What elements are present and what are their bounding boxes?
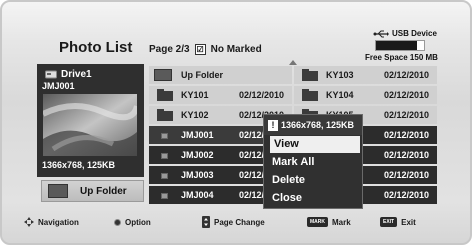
folder-row[interactable]: KY104 02/12/2010: [294, 86, 437, 104]
menu-item-view[interactable]: View: [270, 136, 360, 153]
page-status: Page 2/3 ☑ No Marked: [149, 44, 262, 55]
item-date: 02/12/2010: [383, 190, 429, 200]
folder-icon: [302, 69, 318, 81]
popup-file-info: ! 1366x768, 125KB: [264, 115, 362, 135]
up-folder-button-label: Up Folder: [80, 185, 127, 197]
photo-file-icon: [161, 193, 168, 199]
marked-count: No Marked: [210, 44, 262, 55]
preview-panel: Drive1 JMJ001 1366x768, 125KB: [37, 64, 144, 177]
photo-list-screen: Photo List Page 2/3 ☑ No Marked USB Devi…: [0, 0, 472, 245]
usb-icon: [373, 30, 389, 37]
exit-key-icon: EXIT: [380, 217, 398, 227]
item-name: KY104: [326, 90, 354, 100]
page-indicator: Page 2/3: [149, 44, 190, 55]
item-date: 02/12/2010: [383, 170, 429, 180]
option-popup: ! 1366x768, 125KB View Mark All Delete C…: [263, 114, 363, 209]
footer-option: Option: [114, 218, 151, 227]
item-name: Up Folder: [181, 70, 223, 80]
item-date: 02/12/2010: [383, 90, 429, 100]
up-folder-button[interactable]: Up Folder: [41, 180, 144, 202]
drive-name: Drive1: [61, 69, 92, 80]
up-folder-icon: [48, 184, 68, 198]
footer-exit: EXIT Exit: [380, 217, 416, 227]
page-title: Photo List: [59, 39, 133, 56]
info-icon: !: [268, 119, 278, 131]
item-date: 02/12/2010: [383, 130, 429, 140]
mark-key-icon: MARK: [307, 217, 328, 227]
marked-checkbox-icon: ☑: [194, 44, 206, 55]
footer-navigation: Navigation: [24, 217, 79, 227]
footer-page-change-label: Page Change: [214, 217, 265, 227]
photo-thumbnail: [43, 94, 137, 156]
photo-file-icon: [161, 173, 168, 179]
item-date: 02/12/2010: [383, 70, 429, 80]
item-date: 02/12/2010: [238, 90, 284, 100]
thumbnail-resolution: 1366x768, 125KB: [42, 160, 116, 170]
item-name: KY102: [181, 110, 209, 120]
item-name: JMJ001: [181, 130, 214, 140]
drive-icon: [45, 70, 57, 79]
scroll-up-icon[interactable]: [289, 60, 297, 65]
item-name: KY101: [181, 90, 209, 100]
folder-icon: [302, 89, 318, 101]
page-up-down-icon: [202, 216, 210, 228]
folder-row[interactable]: KY103 02/12/2010: [294, 66, 437, 84]
item-date: 02/12/2010: [383, 150, 429, 160]
current-file-name: JMJ001: [42, 81, 75, 91]
item-name: JMJ003: [181, 170, 214, 180]
free-space-label: Free Space 150 MB: [365, 53, 438, 62]
folder-icon: [157, 89, 173, 101]
footer-bar: Navigation Option Page Change MARK Mark …: [2, 207, 470, 237]
menu-item-mark-all[interactable]: Mark All: [272, 154, 358, 171]
folder-row[interactable]: KY101 02/12/2010: [149, 86, 292, 104]
item-name: JMJ002: [181, 150, 214, 160]
item-name: JMJ004: [181, 190, 214, 200]
drive-label: Drive1: [45, 69, 92, 80]
navigation-icon: [24, 217, 34, 227]
photo-file-icon: [161, 133, 168, 139]
item-date: 02/12/2010: [383, 110, 429, 120]
popup-info-text: 1366x768, 125KB: [281, 120, 355, 130]
menu-item-close[interactable]: Close: [272, 190, 358, 207]
usb-usage-bar: [375, 40, 425, 51]
usb-device-info: USB Device Free Space 150 MB: [365, 29, 461, 62]
up-folder-row[interactable]: Up Folder: [149, 66, 292, 84]
footer-mark-label: Mark: [332, 217, 351, 227]
footer-page-change: Page Change: [202, 216, 265, 228]
usb-device-label: USB Device: [392, 29, 437, 38]
footer-option-label: Option: [125, 217, 151, 227]
item-name: KY103: [326, 70, 354, 80]
ok-button-icon: [114, 218, 121, 226]
up-folder-icon: [154, 69, 172, 81]
menu-item-delete[interactable]: Delete: [272, 172, 358, 189]
footer-navigation-label: Navigation: [38, 217, 79, 227]
footer-exit-label: Exit: [401, 217, 416, 227]
photo-file-icon: [161, 153, 168, 159]
footer-mark: MARK Mark: [307, 217, 351, 227]
folder-icon: [157, 109, 173, 121]
